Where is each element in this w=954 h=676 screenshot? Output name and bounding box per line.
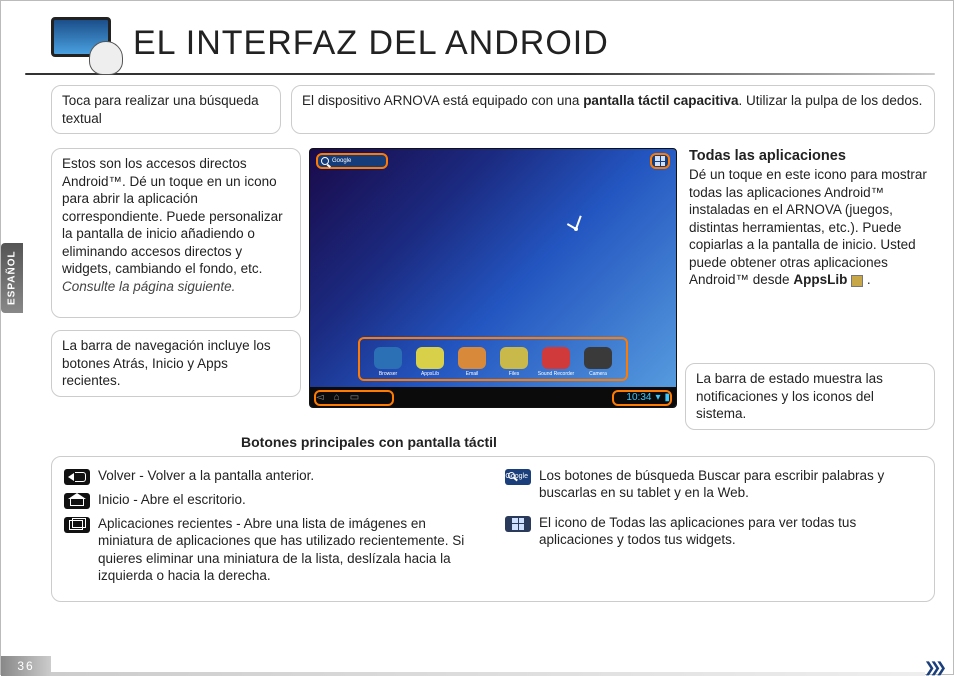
desc-allapps: El icono de Todas las aplicaciones para … (539, 514, 922, 549)
all-apps-body: Dé un toque en este icono para mostrar t… (689, 167, 927, 287)
bottom-box: Volver - Volver a la pantalla anterior. … (51, 456, 935, 602)
language-tab: ESPAÑOL (1, 243, 23, 313)
highlight-statusbar (612, 390, 672, 406)
analog-clock-widget (556, 209, 596, 249)
callout-intro: El dispositivo ARNOVA está equipado con … (291, 85, 935, 134)
all-apps-icon (505, 516, 531, 532)
desc-recent: Aplicaciones recientes - Abre una lista … (98, 515, 481, 585)
intro-text-2: . Utilizar la pulpa de los dedos. (739, 93, 923, 108)
callout-navbar: La barra de navegación incluye los boton… (51, 330, 301, 397)
page-number: 36 (1, 656, 51, 676)
highlight-dock (358, 337, 628, 381)
callout-all-apps: Todas las aplicaciones Dé un toque en es… (685, 148, 935, 353)
desc-search: Los botones de búsqueda Buscar para escr… (539, 467, 922, 502)
highlight-navbar (314, 390, 394, 406)
bottom-heading: Botones principales con pantalla táctil (241, 434, 935, 450)
recent-icon (64, 517, 90, 533)
desc-back: Volver - Volver a la pantalla anterior. (98, 467, 481, 485)
callout-shortcuts: Estos son los accesos directos Android™.… (51, 148, 301, 318)
desc-home: Inicio - Abre el escritorio. (98, 491, 481, 509)
touch-tablet-icon (51, 17, 119, 69)
shortcuts-text: Estos son los accesos directos Android™.… (62, 156, 283, 276)
grid-icon (655, 156, 665, 166)
search-widget-label: Google (332, 158, 351, 164)
all-apps-heading: Todas las aplicaciones (689, 148, 931, 164)
all-apps-button[interactable] (650, 153, 670, 169)
footer-arrow-icon: ❯❯❯ (924, 659, 941, 676)
title-divider (25, 73, 935, 75)
intro-text-1: El dispositivo ARNOVA está equipado con … (302, 93, 583, 108)
back-icon (64, 469, 90, 485)
home-icon (64, 493, 90, 509)
shortcuts-italic: Consulte la página siguiente. (62, 279, 235, 294)
search-icon (321, 157, 329, 165)
android-screenshot: Google BrowserAppsLibEmailFilesSound Rec… (309, 148, 677, 408)
page-title: EL INTERFAZ DEL ANDROID (133, 24, 609, 63)
google-search-icon: Google (505, 469, 531, 485)
appslib-label: AppsLib (793, 272, 847, 287)
footer-stripe (51, 672, 925, 676)
search-widget[interactable]: Google (316, 153, 388, 169)
intro-text-bold: pantalla táctil capacitiva (583, 93, 738, 108)
callout-search: Toca para realizar una búsqueda textual (51, 85, 281, 134)
appslib-icon (851, 275, 863, 287)
callout-statusbar: La barra de estado muestra las notificac… (685, 363, 935, 430)
